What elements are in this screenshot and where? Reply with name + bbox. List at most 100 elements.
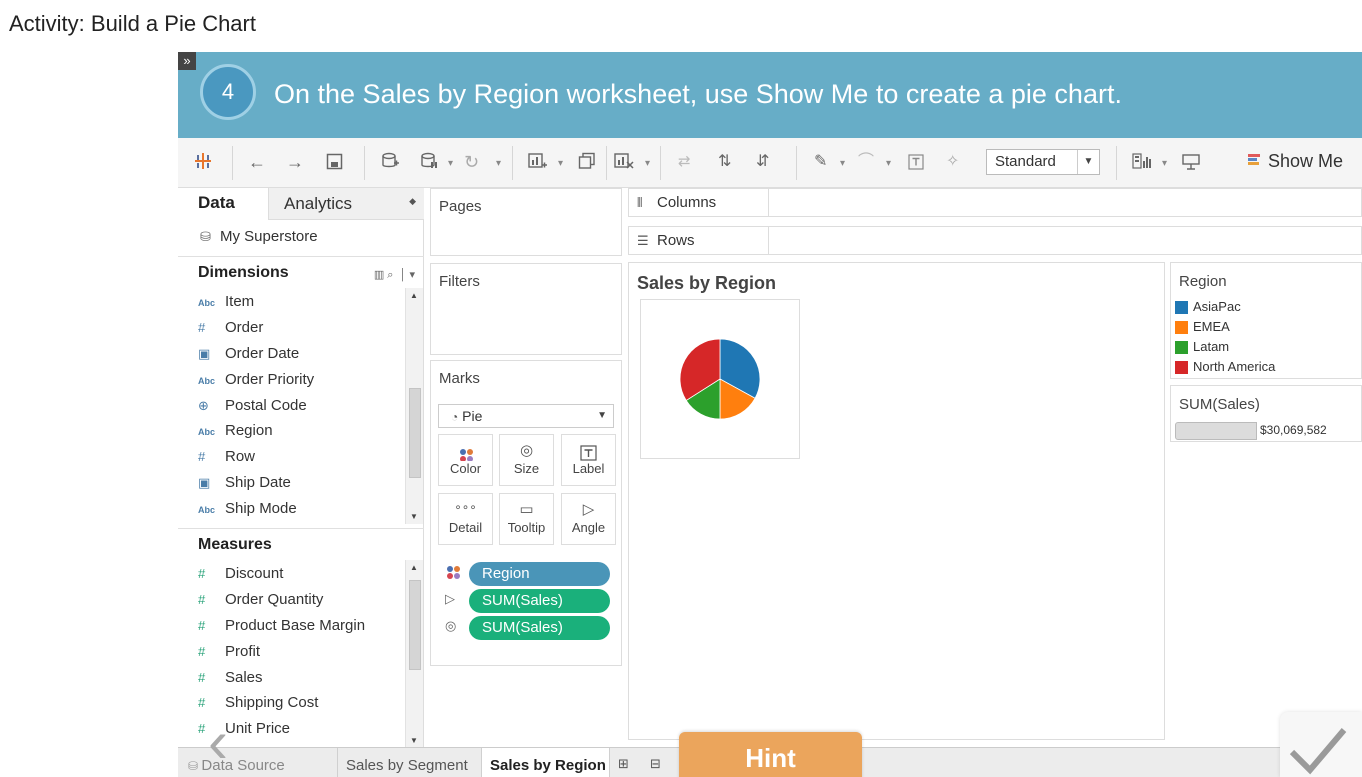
dimension-field[interactable]: ⊕ Postal Code xyxy=(178,393,406,419)
tooltip-button[interactable]: ▭ Tooltip xyxy=(499,493,554,545)
scroll-thumb[interactable] xyxy=(409,388,421,478)
detail-button[interactable]: ∘∘∘ Detail xyxy=(438,493,493,545)
dimension-field[interactable]: # Row xyxy=(178,444,406,470)
database-icon: ⛁ xyxy=(200,229,211,244)
filters-shelf[interactable]: Filters xyxy=(430,263,622,355)
sort-descending-icon[interactable]: ⇵ xyxy=(756,151,769,173)
measure-field[interactable]: # Order Quantity xyxy=(178,587,406,613)
label-button[interactable]: Label xyxy=(561,434,616,486)
legend-item[interactable]: AsiaPac xyxy=(1175,298,1241,316)
expand-button[interactable]: » xyxy=(178,52,196,70)
color-button[interactable]: Color xyxy=(438,434,493,486)
measure-field[interactable]: # Discount xyxy=(178,561,406,587)
dropdown-arrow-icon[interactable]: ▾ xyxy=(558,153,563,175)
pages-shelf[interactable]: Pages xyxy=(430,188,622,256)
angle-button[interactable]: ▷ Angle xyxy=(561,493,616,545)
string-type-icon: Abc xyxy=(198,427,216,438)
new-datasource-icon[interactable] xyxy=(381,152,399,174)
swap-icon[interactable]: ⇄ xyxy=(678,151,691,173)
dimensions-scrollbar[interactable]: ▲ ▼ xyxy=(405,288,423,524)
scroll-thumb[interactable] xyxy=(409,580,421,670)
fit-dropdown[interactable]: Standard ▼ xyxy=(986,149,1100,175)
rows-label: Rows xyxy=(657,232,695,249)
scroll-down-icon[interactable]: ▼ xyxy=(410,736,418,745)
highlight-icon[interactable]: ✎ xyxy=(814,151,827,173)
new-worksheet-icon[interactable] xyxy=(528,152,548,174)
angle-icon: ▷ xyxy=(582,501,595,518)
dropdown-arrow-icon[interactable]: ▾ xyxy=(496,153,501,175)
refresh-icon[interactable]: ↻ xyxy=(464,151,479,173)
dimension-field[interactable]: Abc Item xyxy=(178,289,406,315)
field-label: Order Priority xyxy=(225,370,315,388)
undo-icon[interactable]: ← xyxy=(248,151,266,173)
group-icon[interactable]: ⌒ xyxy=(858,151,874,173)
pie-chart[interactable] xyxy=(641,300,801,460)
tab-sales-by-region[interactable]: Sales by Region xyxy=(482,748,610,777)
rows-shelf[interactable]: ☰ Rows xyxy=(628,226,1362,255)
detail-label: Detail xyxy=(448,520,483,535)
string-type-icon: Abc xyxy=(198,505,216,516)
filters-label: Filters xyxy=(439,273,480,290)
dropdown-arrow-icon[interactable]: ▾ xyxy=(886,153,891,175)
dimension-field[interactable]: # Order xyxy=(178,315,406,341)
pie-icon: ◔ xyxy=(451,410,459,424)
save-icon[interactable] xyxy=(326,153,343,175)
pause-updates-icon[interactable] xyxy=(420,152,438,174)
dimension-field[interactable]: ▣ Ship Date xyxy=(178,470,406,496)
dimension-field[interactable]: Abc Order Priority xyxy=(178,367,406,393)
size-icon: ◎ xyxy=(519,442,534,459)
worksheet-view[interactable]: Sales by Region xyxy=(628,262,1165,740)
fix-axes-icon[interactable]: ✧ xyxy=(946,151,959,173)
columns-shelf[interactable]: ⫴ Columns xyxy=(628,188,1362,217)
tab-data[interactable]: Data xyxy=(178,188,268,220)
clear-sheet-icon[interactable] xyxy=(614,152,634,174)
dropdown-arrow-icon[interactable]: ▾ xyxy=(645,153,650,175)
tab-analytics[interactable]: Analytics ◆ xyxy=(268,188,424,220)
size-button[interactable]: ◎ Size xyxy=(499,434,554,486)
show-labels-icon[interactable] xyxy=(908,154,924,176)
scroll-up-icon[interactable]: ▲ xyxy=(410,563,418,572)
cards-icon[interactable] xyxy=(1132,153,1154,175)
field-label: Row xyxy=(225,448,256,466)
sum-sales-angle-pill[interactable]: SUM(Sales) xyxy=(469,589,610,613)
measure-field[interactable]: # Profit xyxy=(178,639,406,665)
sort-ascending-icon[interactable]: ⇅ xyxy=(718,151,731,173)
measures-scrollbar[interactable]: ▲ ▼ xyxy=(405,560,423,748)
hint-button[interactable]: Hint xyxy=(679,732,862,777)
dimension-field[interactable]: ▣ Order Date xyxy=(178,341,406,367)
dropdown-arrow-icon[interactable]: ▾ xyxy=(1162,153,1167,175)
field-label: Order Quantity xyxy=(225,590,324,608)
dimensions-tools[interactable]: ▥ ⌕ │ ▾ xyxy=(374,268,415,282)
dropdown-arrow-icon[interactable]: ▾ xyxy=(840,153,845,175)
region-pill[interactable]: Region xyxy=(469,562,610,586)
legend-label: Latam xyxy=(1193,339,1230,354)
redo-icon[interactable]: → xyxy=(286,151,304,173)
legend-item[interactable]: North America xyxy=(1175,358,1275,376)
previous-step-icon[interactable]: ‹ xyxy=(190,712,246,777)
tableau-logo-icon[interactable] xyxy=(194,152,212,174)
scroll-up-icon[interactable]: ▲ xyxy=(410,291,418,300)
datasource-item[interactable]: ⛁ My Superstore xyxy=(200,228,318,245)
rows-icon: ☰ xyxy=(637,233,649,248)
tab-sales-by-segment[interactable]: Sales by Segment xyxy=(338,748,482,777)
sum-sales-size-pill[interactable]: SUM(Sales) xyxy=(469,616,610,640)
dropdown-arrow-icon[interactable]: ▾ xyxy=(448,153,453,175)
new-worksheet-icon[interactable]: ⊞ xyxy=(618,756,629,772)
mark-type-dropdown[interactable]: ◔ Pie ▼ xyxy=(438,404,614,428)
dimension-field[interactable]: Abc Ship Mode xyxy=(178,496,406,522)
activity-frame: » 4 On the Sales by Region worksheet, us… xyxy=(178,52,1362,777)
legend-title: Region xyxy=(1179,273,1227,290)
dimension-field[interactable]: Abc Region xyxy=(178,418,406,444)
color-legend: Region AsiaPac EMEA Latam North America xyxy=(1170,262,1362,379)
presentation-mode-icon[interactable] xyxy=(1182,153,1200,175)
scroll-down-icon[interactable]: ▼ xyxy=(410,512,418,521)
legend-item[interactable]: Latam xyxy=(1175,338,1229,356)
legend-swatch xyxy=(1175,321,1188,334)
check-button[interactable] xyxy=(1280,712,1362,777)
show-me-button[interactable]: Show Me xyxy=(1268,151,1343,172)
new-dashboard-icon[interactable]: ⊟ xyxy=(650,756,661,772)
measure-field[interactable]: # Sales xyxy=(178,665,406,691)
duplicate-sheet-icon[interactable] xyxy=(578,152,596,174)
measure-field[interactable]: # Product Base Margin xyxy=(178,613,406,639)
legend-item[interactable]: EMEA xyxy=(1175,318,1230,336)
